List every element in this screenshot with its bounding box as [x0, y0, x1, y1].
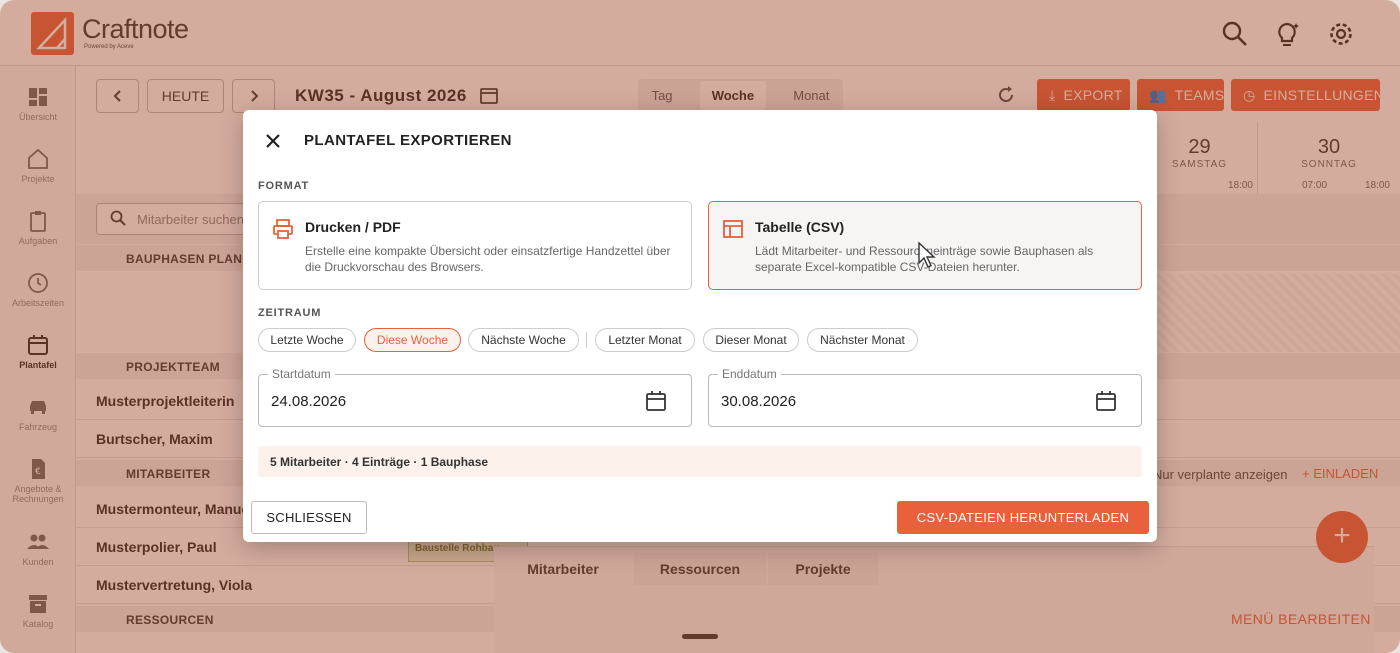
app-window: Craftnote Powered by Aceve Übersicht Pro…	[0, 0, 1400, 653]
export-summary: 5 Mitarbeiter · 4 Einträge · 1 Bauphase	[258, 446, 1142, 477]
dialog-title: PLANTAFEL EXPORTIEREN	[304, 132, 512, 149]
format-option-pdf[interactable]: Drucken / PDF Erstelle eine kompakte Übe…	[258, 201, 692, 290]
table-icon	[723, 220, 743, 238]
end-date-label: Enddatum	[718, 367, 781, 381]
mouse-cursor-icon	[918, 241, 936, 268]
range-caption: ZEITRAUM	[258, 307, 322, 319]
start-date-value: 24.08.2026	[271, 393, 347, 410]
range-chip-last-month[interactable]: Letzter Monat	[595, 328, 695, 352]
printer-icon	[273, 219, 293, 239]
start-date-label: Startdatum	[268, 367, 335, 381]
range-chip-last-week[interactable]: Letzte Woche	[258, 328, 356, 352]
format-caption: FORMAT	[258, 180, 310, 192]
range-chip-next-week[interactable]: Nächste Woche	[468, 328, 579, 352]
calendar-icon[interactable]	[645, 390, 667, 412]
range-chip-next-month[interactable]: Nächster Monat	[807, 328, 918, 352]
format-title: Tabelle (CSV)	[755, 219, 845, 235]
start-date-field[interactable]: Startdatum 24.08.2026	[258, 367, 692, 427]
close-button[interactable]: SCHLIESSEN	[251, 501, 367, 534]
chip-divider	[586, 332, 587, 348]
range-chip-this-month[interactable]: Dieser Monat	[703, 328, 799, 352]
download-csv-button[interactable]: CSV-DATEIEN HERUNTERLADEN	[897, 501, 1149, 534]
range-chip-this-week[interactable]: Diese Woche	[364, 328, 461, 352]
export-dialog: PLANTAFEL EXPORTIEREN FORMAT Drucken / P…	[243, 110, 1157, 542]
format-title: Drucken / PDF	[305, 219, 401, 235]
end-date-field[interactable]: Enddatum 30.08.2026	[708, 367, 1142, 427]
calendar-icon[interactable]	[1095, 390, 1117, 412]
format-description: Erstelle eine kompakte Übersicht oder ei…	[305, 244, 671, 274]
format-description: Lädt Mitarbeiter- und Ressourceneinträge…	[755, 244, 1094, 274]
end-date-value: 30.08.2026	[721, 393, 797, 410]
close-icon[interactable]	[263, 131, 283, 151]
